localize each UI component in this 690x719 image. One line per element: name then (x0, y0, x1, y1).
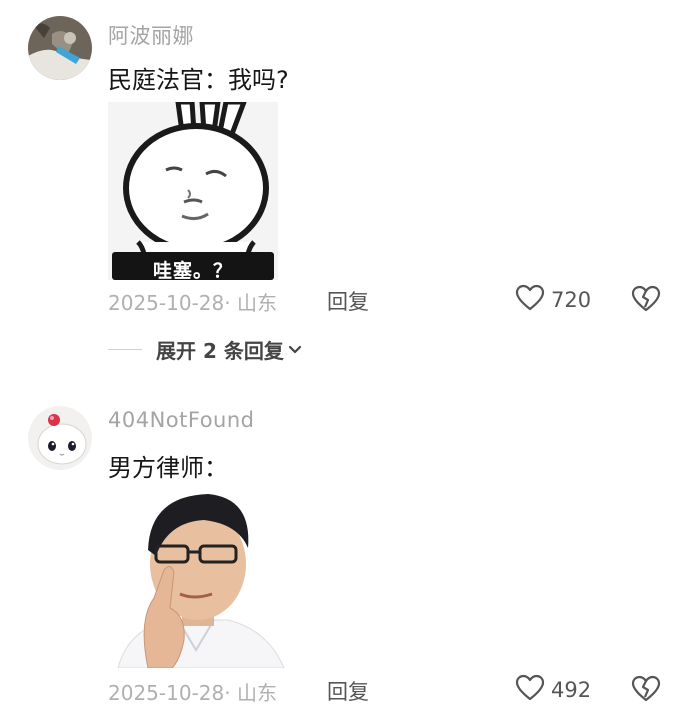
broken-heart-icon (631, 675, 661, 707)
username[interactable]: 阿波丽娜 (108, 20, 194, 50)
comment-date-location: 2025-10-28· 山东 (108, 681, 277, 705)
divider (108, 348, 142, 350)
heart-outline-icon (515, 284, 545, 316)
reply-button[interactable]: 回复 (327, 286, 369, 316)
comment-meta: 2025-10-28· 山东 回复 720 (0, 284, 690, 316)
sticker-image[interactable] (108, 490, 286, 668)
like-button[interactable]: 492 (515, 674, 592, 706)
dislike-button[interactable] (631, 675, 661, 705)
reply-button[interactable]: 回复 (327, 676, 369, 706)
expand-replies-button[interactable]: 展开 2 条回复 (108, 336, 302, 363)
like-button[interactable]: 720 (515, 284, 592, 316)
broken-heart-icon (631, 285, 661, 317)
like-count: 720 (551, 288, 592, 312)
comment-meta: 2025-10-28· 山东 回复 492 (0, 674, 690, 706)
dislike-button[interactable] (631, 285, 661, 315)
sticker-image[interactable]: 哇塞。？ (108, 102, 278, 280)
sticker-caption: 哇塞。？ (152, 260, 233, 280)
heart-outline-icon (515, 674, 545, 706)
comment-text: 民庭法官：我吗? (108, 66, 289, 94)
chevron-down-icon (288, 340, 302, 359)
expand-replies-label: 展开 2 条回复 (156, 338, 284, 363)
comment-date-location: 2025-10-28· 山东 (108, 291, 277, 315)
like-count: 492 (551, 678, 592, 702)
avatar[interactable] (28, 406, 92, 470)
comment-text: 男方律师： (108, 454, 228, 482)
username[interactable]: 404NotFound (108, 408, 255, 432)
avatar[interactable] (28, 16, 92, 80)
